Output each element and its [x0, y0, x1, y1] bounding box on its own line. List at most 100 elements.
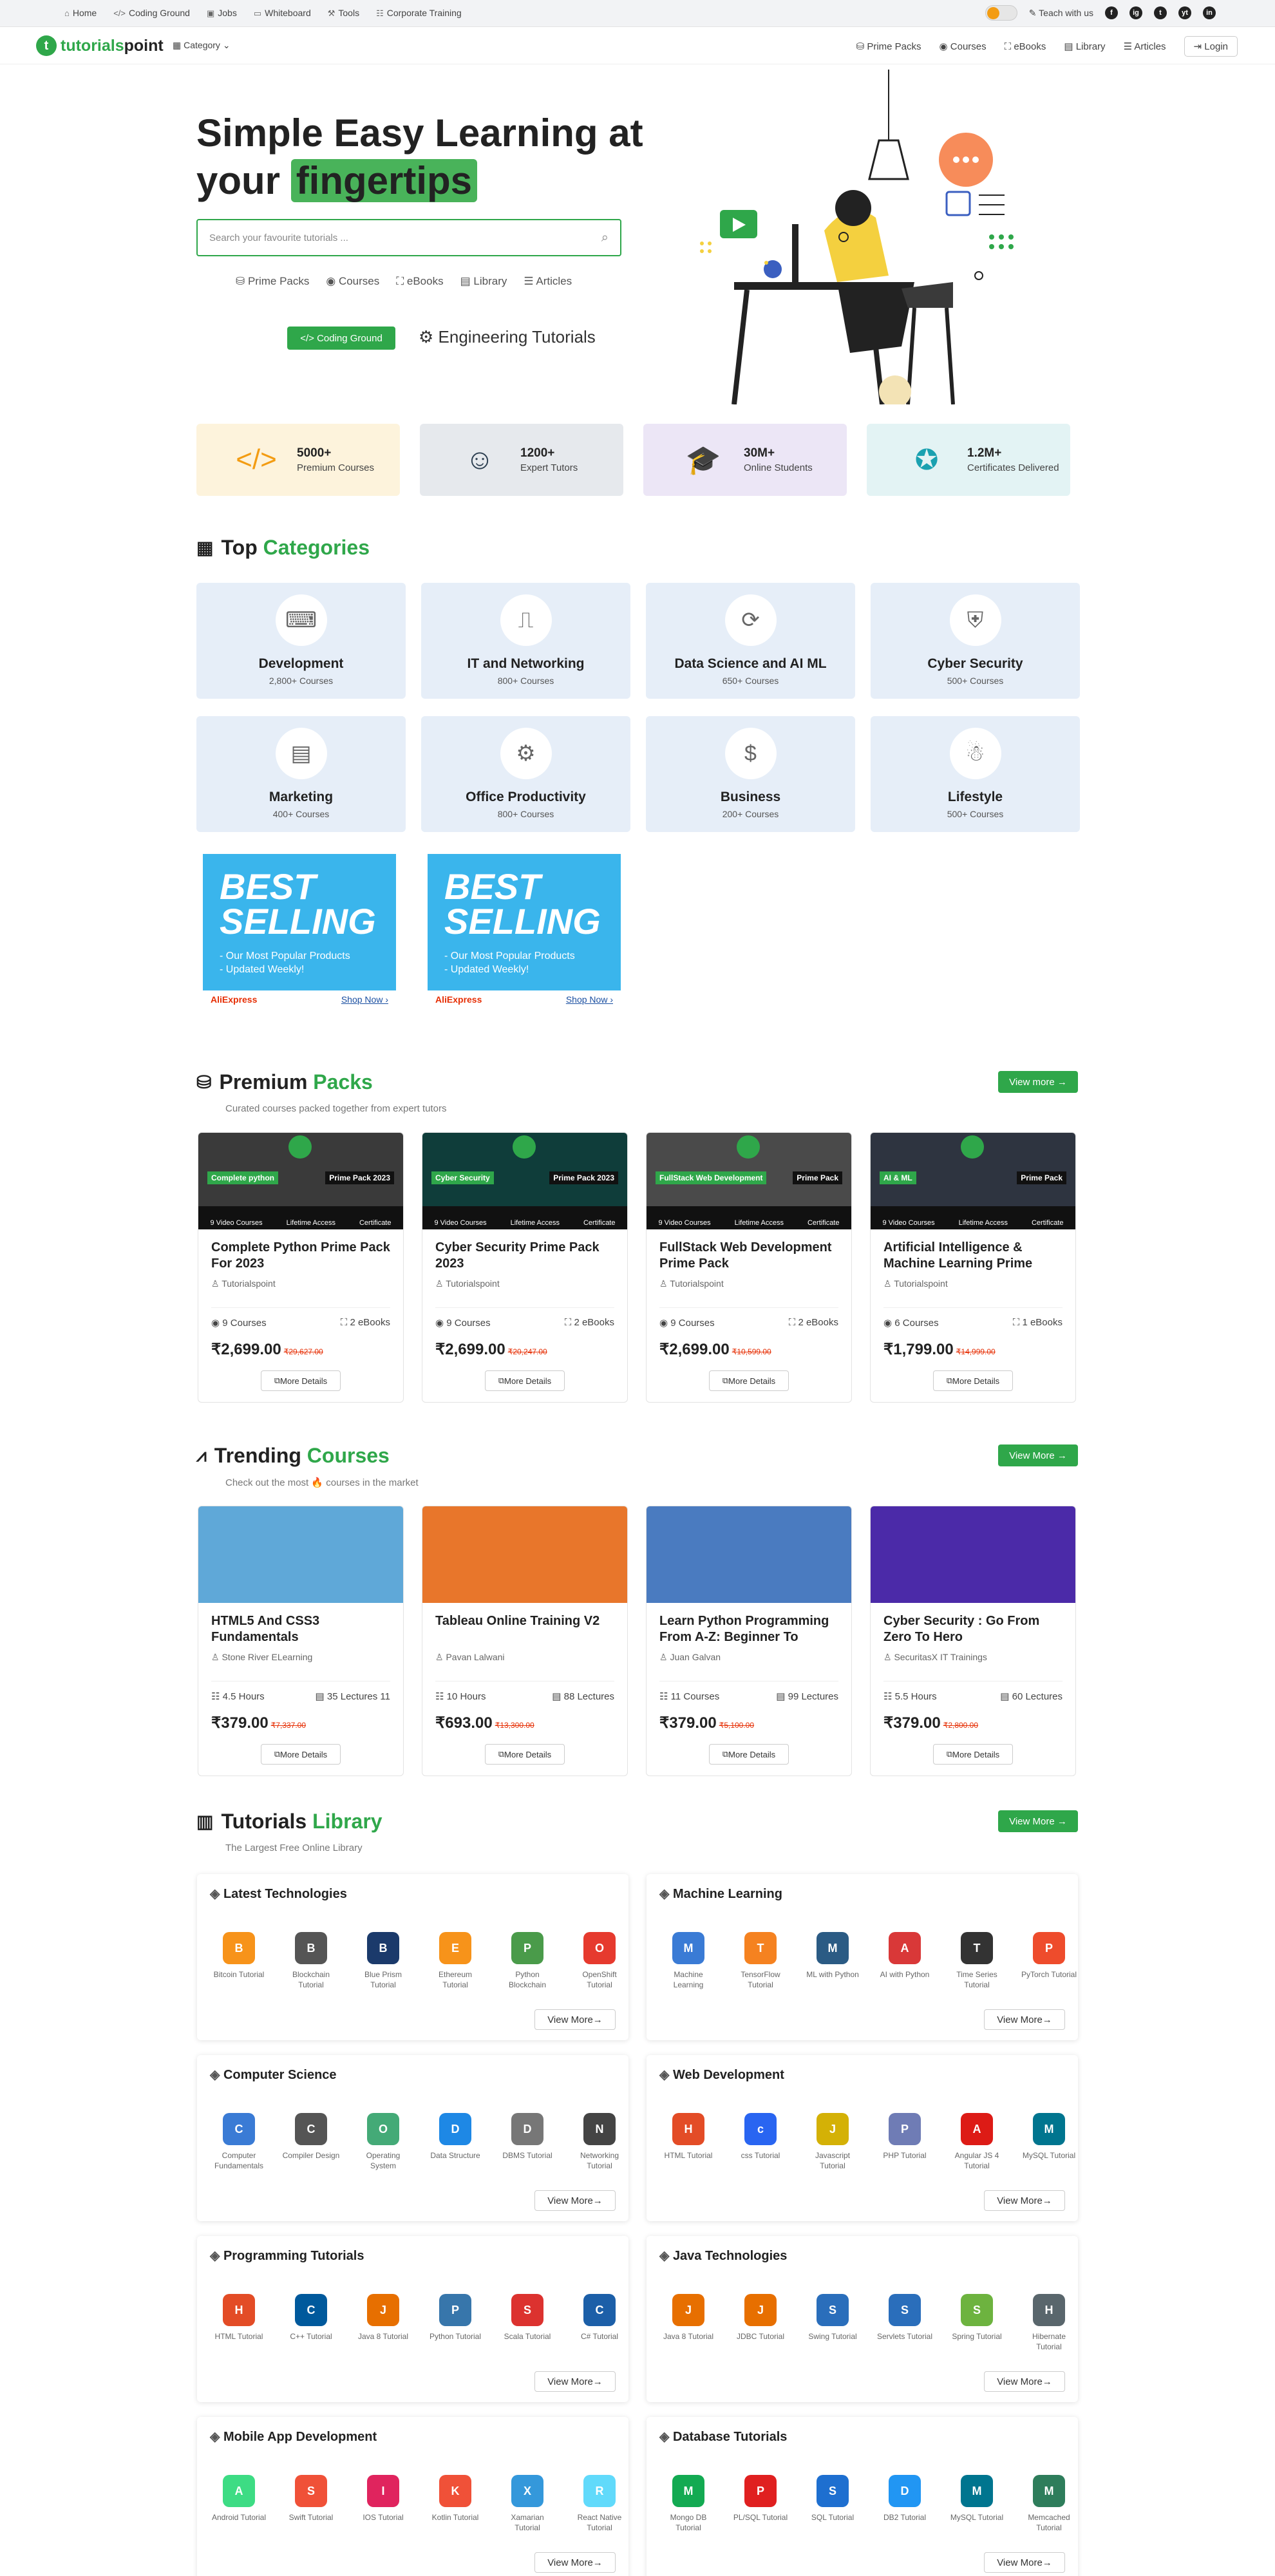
tutorial-link[interactable]: M MySQL Tutorial	[948, 2475, 1006, 2533]
more-details-button[interactable]: ⧉ More Details	[933, 1370, 1013, 1391]
ad-shop-now-link[interactable]: Shop Now ›	[566, 994, 613, 1005]
tutorial-link[interactable]: C Compiler Design	[282, 2113, 340, 2171]
tutorial-link[interactable]: M Machine Learning	[659, 1932, 717, 1990]
tutorial-link[interactable]: J Java 8 Tutorial	[659, 2294, 717, 2352]
ad-banner[interactable]: BEST SELLING - Our Most Popular Products - …	[428, 854, 621, 1009]
coding-ground-button[interactable]: </> Coding Ground	[287, 327, 395, 350]
tutorial-link[interactable]: R React Native Tutorial	[571, 2475, 628, 2533]
tutorial-link[interactable]: N Networking Tutorial	[571, 2113, 628, 2171]
tutorial-link[interactable]: E Ethereum Tutorial	[426, 1932, 484, 1990]
quick-articles[interactable]: ☰ Articles	[524, 275, 572, 288]
tutorial-link[interactable]: J Java 8 Tutorial	[354, 2294, 412, 2342]
tools-link[interactable]: ⚒ Tools	[328, 8, 359, 19]
prime-pack-card[interactable]: AI & ML Prime Pack 9 Video Courses Lifetime…	[870, 1132, 1076, 1403]
login-button[interactable]: ⇥ Login	[1184, 36, 1238, 57]
facebook-icon[interactable]: f	[1105, 6, 1118, 19]
youtube-icon[interactable]: yt	[1178, 6, 1191, 19]
linkedin-icon[interactable]: in	[1203, 6, 1216, 19]
library-box-view-more[interactable]: View More →	[984, 2371, 1065, 2392]
category-card[interactable]: ⟳ Data Science and AI ML 650+ Courses	[646, 583, 855, 699]
tutorial-link[interactable]: S Spring Tutorial	[948, 2294, 1006, 2352]
whiteboard-link[interactable]: ▭ Whiteboard	[254, 8, 311, 19]
more-details-button[interactable]: ⧉ More Details	[933, 1744, 1013, 1765]
category-card[interactable]: ☃ Lifestyle 500+ Courses	[871, 716, 1080, 832]
pack-title[interactable]: Cyber Security Prime Pack 2023	[435, 1240, 614, 1272]
prime-pack-card[interactable]: Cyber Security Prime Pack 2023 9 Video Cou…	[422, 1132, 628, 1403]
tutorial-link[interactable]: C Computer Fundamentals	[210, 2113, 268, 2171]
theme-toggle[interactable]	[985, 5, 1017, 21]
tutorial-link[interactable]: c css Tutorial	[732, 2113, 789, 2171]
tutorial-link[interactable]: T Time Series Tutorial	[948, 1932, 1006, 1990]
course-title[interactable]: Tableau Online Training V2	[435, 1613, 614, 1645]
tutorial-link[interactable]: P Python Blockchain	[498, 1932, 556, 1990]
library-box-view-more[interactable]: View More →	[534, 2009, 616, 2030]
pack-title[interactable]: FullStack Web Development Prime Pack	[659, 1240, 838, 1272]
more-details-button[interactable]: ⧉ More Details	[709, 1744, 789, 1765]
library-box-view-more[interactable]: View More →	[984, 2552, 1065, 2573]
tutorial-link[interactable]: X Xamarian Tutorial	[498, 2475, 556, 2533]
course-card[interactable]: Tableau Online Training V2 ♙ Pavan Lalwan…	[422, 1506, 628, 1776]
quick-library[interactable]: ▤ Library	[460, 275, 507, 288]
course-title[interactable]: HTML5 And CSS3 Fundamentals	[211, 1613, 390, 1645]
prime-pack-card[interactable]: FullStack Web Development Prime Pack 9 Vid…	[646, 1132, 852, 1403]
library-view-more-button[interactable]: View More →	[998, 1810, 1078, 1832]
nav-ebooks[interactable]: ⛶ eBooks	[1005, 41, 1046, 52]
twitter-icon[interactable]: t	[1154, 6, 1167, 19]
tutorial-link[interactable]: H HTML Tutorial	[659, 2113, 717, 2171]
more-details-button[interactable]: ⧉ More Details	[261, 1744, 341, 1765]
category-card[interactable]: ▤ Marketing 400+ Courses	[196, 716, 406, 832]
tutorial-link[interactable]: S Servlets Tutorial	[876, 2294, 934, 2352]
tutorial-link[interactable]: S Swift Tutorial	[282, 2475, 340, 2533]
quick-courses[interactable]: ◉ Courses	[326, 275, 379, 288]
tutorial-link[interactable]: P PL/SQL Tutorial	[732, 2475, 789, 2533]
course-title[interactable]: Cyber Security : Go From Zero To Hero	[883, 1613, 1062, 1645]
nav-courses[interactable]: ◉ Courses	[940, 41, 987, 52]
more-details-button[interactable]: ⧉ More Details	[709, 1370, 789, 1391]
library-box-view-more[interactable]: View More →	[984, 2190, 1065, 2211]
course-card[interactable]: Cyber Security : Go From Zero To Hero ♙ S…	[870, 1506, 1076, 1776]
search-icon[interactable]: ⌕	[601, 231, 609, 245]
category-card[interactable]: ⚙ Office Productivity 800+ Courses	[421, 716, 630, 832]
course-title[interactable]: Learn Python Programming From A-Z: Begin…	[659, 1613, 838, 1645]
tutorial-link[interactable]: C C++ Tutorial	[282, 2294, 340, 2342]
home-link[interactable]: ⌂ Home	[64, 8, 97, 19]
tutorial-link[interactable]: S Scala Tutorial	[498, 2294, 556, 2342]
tutorial-link[interactable]: P PHP Tutorial	[876, 2113, 934, 2171]
more-details-button[interactable]: ⧉ More Details	[261, 1370, 341, 1391]
pack-title[interactable]: Artificial Intelligence & Machine Learni…	[883, 1240, 1062, 1272]
quick-prime-packs[interactable]: ⛁ Prime Packs	[236, 275, 309, 288]
nav-prime-packs[interactable]: ⛁ Prime Packs	[856, 41, 921, 52]
category-card[interactable]: ⛨ Cyber Security 500+ Courses	[871, 583, 1080, 699]
tutorial-link[interactable]: J Javascript Tutorial	[804, 2113, 862, 2171]
tutorial-link[interactable]: A Android Tutorial	[210, 2475, 268, 2533]
tutorial-link[interactable]: O OpenShift Tutorial	[571, 1932, 628, 1990]
nav-articles[interactable]: ☰ Articles	[1124, 41, 1166, 52]
library-box-view-more[interactable]: View More →	[534, 2190, 616, 2211]
tutorial-link[interactable]: M ML with Python	[804, 1932, 862, 1990]
course-card[interactable]: Learn Python Programming From A-Z: Begin…	[646, 1506, 852, 1776]
tutorial-link[interactable]: P PyTorch Tutorial	[1020, 1932, 1078, 1990]
tutorial-link[interactable]: A Angular JS 4 Tutorial	[948, 2113, 1006, 2171]
category-card[interactable]: ⌨ Development 2,800+ Courses	[196, 583, 406, 699]
more-details-button[interactable]: ⧉ More Details	[485, 1370, 565, 1391]
prime-pack-card[interactable]: Complete python Prime Pack 2023 9 Video Co…	[198, 1132, 404, 1403]
coding-ground-link[interactable]: </> Coding Ground	[113, 8, 190, 19]
tutorial-link[interactable]: D Data Structure	[426, 2113, 484, 2171]
pack-title[interactable]: Complete Python Prime Pack For 2023	[211, 1240, 390, 1272]
corporate-training-link[interactable]: ☷ Corporate Training	[376, 8, 462, 19]
tutorial-link[interactable]: M MySQL Tutorial	[1020, 2113, 1078, 2171]
tutorial-link[interactable]: B Blue Prism Tutorial	[354, 1932, 412, 1990]
tutorial-link[interactable]: B Blockchain Tutorial	[282, 1932, 340, 1990]
tutorial-link[interactable]: D DBMS Tutorial	[498, 2113, 556, 2171]
library-box-view-more[interactable]: View More →	[984, 2009, 1065, 2030]
library-box-view-more[interactable]: View More →	[534, 2371, 616, 2392]
instagram-icon[interactable]: ig	[1129, 6, 1142, 19]
tutorial-link[interactable]: I IOS Tutorial	[354, 2475, 412, 2533]
quick-ebooks[interactable]: ⛶ eBooks	[396, 275, 443, 288]
jobs-link[interactable]: ▣ Jobs	[207, 8, 237, 19]
category-card[interactable]: $ Business 200+ Courses	[646, 716, 855, 832]
course-card[interactable]: HTML5 And CSS3 Fundamentals ♙ Stone River…	[198, 1506, 404, 1776]
tutorial-link[interactable]: A AI with Python	[876, 1932, 934, 1990]
library-box-view-more[interactable]: View More →	[534, 2552, 616, 2573]
tutorial-link[interactable]: S SQL Tutorial	[804, 2475, 862, 2533]
